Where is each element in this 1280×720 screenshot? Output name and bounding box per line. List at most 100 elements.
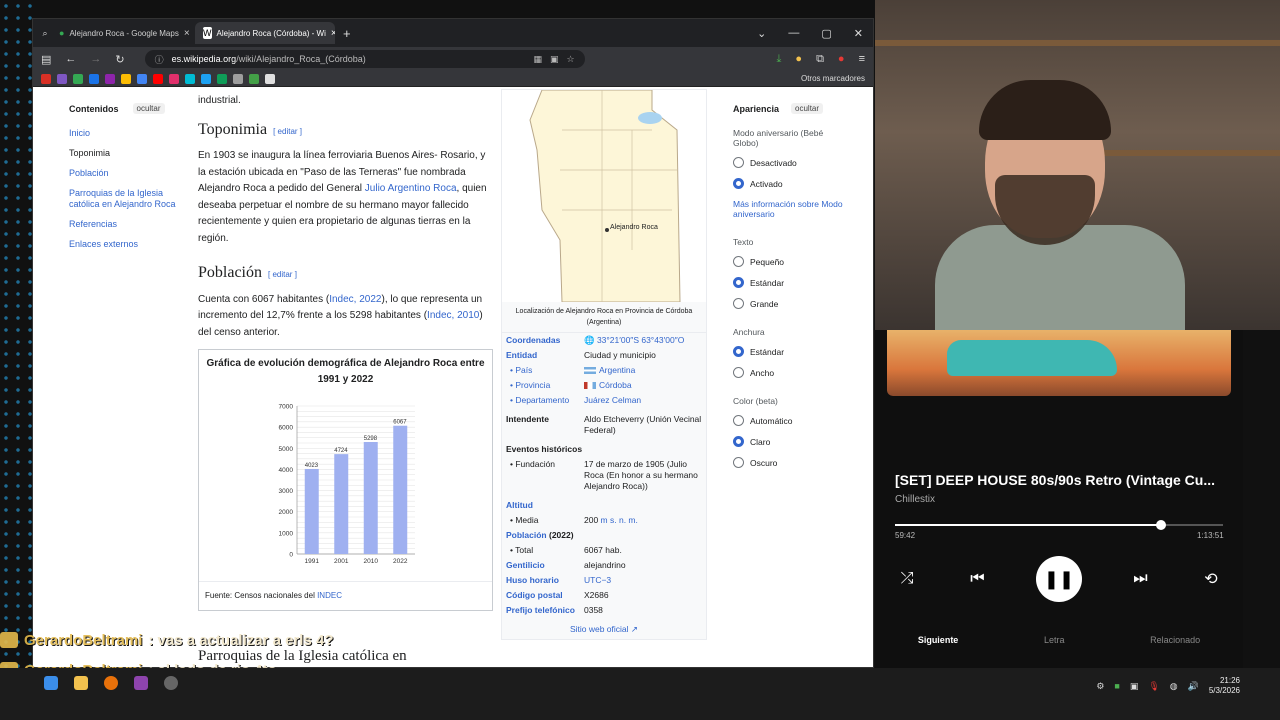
tab-google-maps[interactable]: ● Alejandro Roca - Google Maps × xyxy=(51,22,191,44)
link-cordoba[interactable]: Córdoba xyxy=(599,380,632,390)
download-icon[interactable]: ⤓ xyxy=(777,53,782,66)
edit-link[interactable]: [ editar ] xyxy=(273,127,302,136)
profile-icon[interactable]: ● xyxy=(838,53,845,66)
link-indec[interactable]: INDEC xyxy=(317,591,342,600)
tab-letra[interactable]: Letra xyxy=(1044,635,1065,645)
extension-icon[interactable]: ● xyxy=(795,53,802,66)
settings-icon[interactable] xyxy=(164,676,178,690)
infobox-key[interactable]: • Departamento xyxy=(506,395,584,406)
start-icon[interactable] xyxy=(44,676,58,690)
infobox-key[interactable]: Gentilicio xyxy=(506,560,584,571)
tab-relacionado[interactable]: Relacionado xyxy=(1150,635,1200,645)
tab-search-icon[interactable]: ⌕ xyxy=(39,27,51,39)
toc-item-poblacion[interactable]: Población xyxy=(69,168,179,179)
radio-estandar-width[interactable]: Estándar xyxy=(733,346,843,357)
network-icon[interactable]: ◍ xyxy=(1170,681,1178,692)
sidebar-icon[interactable]: ▤ xyxy=(41,53,51,66)
infobox-key[interactable]: Prefijo telefónico xyxy=(506,605,584,616)
toc-item-inicio[interactable]: Inicio xyxy=(69,128,179,139)
radio-oscuro[interactable]: Oscuro xyxy=(733,457,843,468)
link-indec-2022[interactable]: Indec, 2022 xyxy=(329,294,381,305)
progress-bar[interactable] xyxy=(895,520,1223,530)
repeat-icon[interactable]: ⟲ xyxy=(1199,569,1223,589)
new-tab-icon[interactable]: + xyxy=(343,26,351,41)
infobox-key[interactable]: Código postal xyxy=(506,590,584,601)
system-clock[interactable]: 21:26 5/3/2026 xyxy=(1209,676,1240,696)
minimize-icon[interactable]: — xyxy=(788,27,799,40)
appearance-hide-button[interactable]: ocultar xyxy=(791,103,824,114)
bookmark-icon[interactable] xyxy=(153,73,163,84)
radio-activado[interactable]: Activado xyxy=(733,178,843,189)
file-explorer-icon[interactable] xyxy=(74,676,88,690)
anniversary-more-link[interactable]: Más información sobre Modo aniversario xyxy=(733,199,843,219)
reader-mode-icon[interactable]: ▦ xyxy=(534,54,543,65)
radio-automatico[interactable]: Automático xyxy=(733,415,843,426)
infobox-key[interactable]: Altitud xyxy=(506,500,584,511)
edit-link[interactable]: [ editar ] xyxy=(268,270,297,279)
link-argentina[interactable]: Argentina xyxy=(599,365,635,375)
link-juarez-celman[interactable]: Juárez Celman xyxy=(584,395,641,405)
address-bar[interactable]: ⓘ es.wikipedia.org/wiki/Alejandro_Roca_(… xyxy=(144,50,585,68)
toc-hide-button[interactable]: ocultar xyxy=(132,103,165,114)
tab-list-chevron-icon[interactable]: ⌄ xyxy=(757,27,766,40)
track-artist[interactable]: Chillestix xyxy=(895,494,935,505)
infobox-key[interactable]: Coordenadas xyxy=(506,335,584,346)
link-julio-roca[interactable]: Julio Argentino Roca xyxy=(365,183,457,194)
close-tab-icon[interactable]: × xyxy=(184,28,190,39)
radio-claro[interactable]: Claro xyxy=(733,436,843,447)
site-info-icon[interactable]: ⓘ xyxy=(155,53,164,66)
tab-siguiente[interactable]: Siguiente xyxy=(918,635,959,645)
link-utc[interactable]: UTC−3 xyxy=(584,575,611,585)
maximize-icon[interactable]: ▢ xyxy=(821,27,831,40)
mic-icon[interactable]: 🎙 xyxy=(1148,681,1159,692)
app-icon[interactable] xyxy=(134,676,148,690)
radio-desactivado[interactable]: Desactivado xyxy=(733,157,843,168)
screenshot-icon[interactable]: ▣ xyxy=(550,54,559,65)
bookmark-icon[interactable] xyxy=(217,73,227,84)
bookmark-gmail-icon[interactable] xyxy=(41,73,51,84)
radio-estandar-text[interactable]: Estándar xyxy=(733,277,843,288)
coordinates-link[interactable]: 🌐 33°21′00″S 63°43′00″O xyxy=(584,335,684,345)
pause-button[interactable]: ❚❚ xyxy=(1036,556,1082,602)
tray-icon[interactable]: ▣ xyxy=(1130,681,1139,692)
infobox-key[interactable]: Huso horario xyxy=(506,575,584,586)
link-msnm[interactable]: m s. n. m. xyxy=(601,515,638,525)
reload-icon[interactable]: ↻ xyxy=(115,53,124,66)
bookmark-icon[interactable] xyxy=(185,73,195,84)
progress-knob[interactable] xyxy=(1155,520,1166,530)
bookmark-icon[interactable] xyxy=(73,73,83,84)
toc-item-referencias[interactable]: Referencias xyxy=(69,219,179,230)
other-bookmarks[interactable]: Otros marcadores xyxy=(801,74,865,83)
bookmark-icon[interactable] xyxy=(249,73,259,84)
close-window-icon[interactable]: ✕ xyxy=(854,27,863,40)
link-indec-2010[interactable]: Indec, 2010 xyxy=(427,310,479,321)
bookmark-star-icon[interactable]: ☆ xyxy=(567,54,575,65)
close-tab-icon[interactable]: × xyxy=(331,28,335,39)
shuffle-icon[interactable]: ⤮ xyxy=(895,570,919,588)
radio-ancho[interactable]: Ancho xyxy=(733,367,843,378)
toc-item-enlaces[interactable]: Enlaces externos xyxy=(69,239,179,250)
bookmark-icon[interactable] xyxy=(169,73,179,84)
toc-item-toponimia[interactable]: Toponimia xyxy=(69,148,179,159)
volume-icon[interactable]: 🔊 xyxy=(1188,681,1199,692)
bookmark-icon[interactable] xyxy=(137,73,147,84)
tray-icon[interactable]: ■ xyxy=(1114,681,1119,691)
menu-icon[interactable]: ≡ xyxy=(859,53,865,66)
next-icon[interactable]: ⏭ xyxy=(1129,570,1153,588)
infobox-key[interactable]: Población (2022) xyxy=(506,530,584,541)
infobox-key[interactable]: • Provincia xyxy=(506,380,584,391)
browser-icon[interactable] xyxy=(104,676,118,690)
bookmark-icon[interactable] xyxy=(201,73,211,84)
bookmark-icon[interactable] xyxy=(233,73,243,84)
official-site-link[interactable]: Sitio web oficial ↗ xyxy=(502,618,706,639)
bookmark-icon[interactable] xyxy=(121,73,131,84)
bookmark-icon[interactable] xyxy=(89,73,99,84)
tray-icon[interactable]: ⚙ xyxy=(1096,681,1104,692)
bookmark-icon[interactable] xyxy=(57,73,67,84)
location-map[interactable]: Alejandro Roca xyxy=(502,89,706,303)
toc-item-parroquias[interactable]: Parroquias de la Iglesia católica en Ale… xyxy=(69,188,179,210)
bookmark-icon[interactable] xyxy=(265,73,275,84)
infobox-key[interactable]: Entidad xyxy=(506,350,584,361)
radio-grande[interactable]: Grande xyxy=(733,298,843,309)
tab-wikipedia[interactable]: W Alejandro Roca (Córdoba) - Wi × xyxy=(195,22,335,44)
